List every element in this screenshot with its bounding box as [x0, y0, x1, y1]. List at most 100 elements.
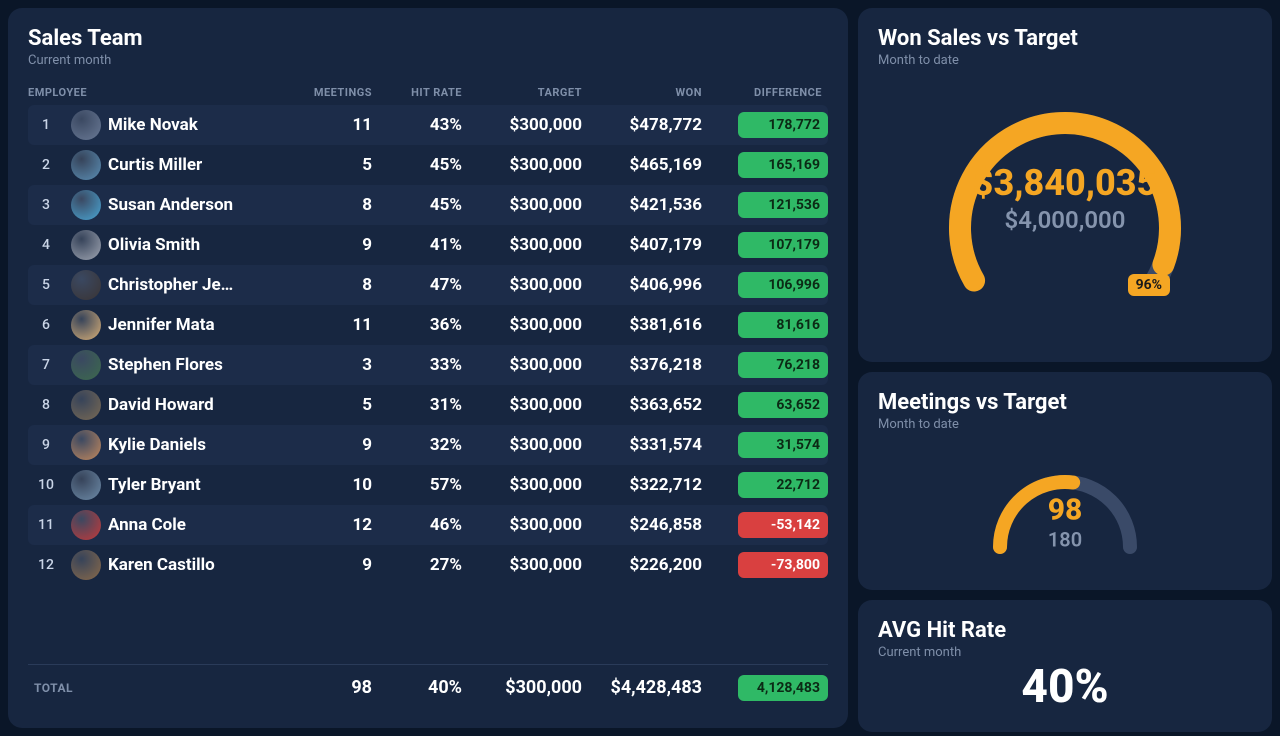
- won-value: $322,712: [588, 475, 708, 495]
- gauge-target: $4,000,000: [973, 206, 1158, 234]
- hitrate-value: 36%: [378, 315, 468, 335]
- total-won: $4,428,483: [588, 677, 708, 698]
- hitrate-value: 57%: [378, 475, 468, 495]
- rank: 10: [28, 477, 64, 493]
- col-won[interactable]: WON: [588, 86, 708, 99]
- total-meetings: 98: [288, 677, 378, 698]
- target-value: $300,000: [468, 275, 588, 295]
- table-row[interactable]: 12Karen Castillo927%$300,000$226,200-73,…: [28, 545, 828, 585]
- won-value: $363,652: [588, 395, 708, 415]
- target-value: $300,000: [468, 475, 588, 495]
- panel-title: Sales Team: [28, 26, 828, 51]
- panel-subtitle: Month to date: [878, 53, 1252, 68]
- employee-name: Jennifer Mata: [108, 315, 288, 335]
- col-hitrate[interactable]: HIT RATE: [378, 86, 468, 99]
- difference-pill: -53,142: [738, 512, 828, 538]
- meetings-value: 9: [288, 235, 378, 255]
- gauge-percent-badge: 96%: [1128, 274, 1170, 296]
- meetings-value: 9: [288, 555, 378, 575]
- col-target[interactable]: TARGET: [468, 86, 588, 99]
- difference-pill: -73,800: [738, 552, 828, 578]
- won-value: $406,996: [588, 275, 708, 295]
- avatar: [71, 270, 101, 300]
- employee-name: Susan Anderson: [108, 195, 288, 215]
- target-value: $300,000: [468, 555, 588, 575]
- gauge-target: 180: [1048, 527, 1083, 551]
- col-meetings[interactable]: MEETINGS: [288, 86, 378, 99]
- rank: 1: [28, 117, 64, 133]
- employee-name: Christopher Je…: [108, 275, 288, 295]
- hitrate-value: 41%: [378, 235, 468, 255]
- meetings-value: 8: [288, 275, 378, 295]
- table-row[interactable]: 6Jennifer Mata1136%$300,000$381,61681,61…: [28, 305, 828, 345]
- table-row[interactable]: 9Kylie Daniels932%$300,000$331,57431,574: [28, 425, 828, 465]
- rank: 2: [28, 157, 64, 173]
- panel-title: AVG Hit Rate: [878, 618, 1252, 643]
- hitrate-value: 32%: [378, 435, 468, 455]
- meetings-value: 3: [288, 355, 378, 375]
- rank: 3: [28, 197, 64, 213]
- won-value: $465,169: [588, 155, 708, 175]
- avatar: [71, 430, 101, 460]
- meetings-value: 10: [288, 475, 378, 495]
- target-value: $300,000: [468, 515, 588, 535]
- rank: 12: [28, 557, 64, 573]
- employee-name: Karen Castillo: [108, 555, 288, 575]
- meetings-value: 11: [288, 115, 378, 135]
- avatar: [71, 150, 101, 180]
- meetings-vs-target-panel: Meetings vs Target Month to date 98 180: [858, 372, 1272, 590]
- table-row[interactable]: 2Curtis Miller545%$300,000$465,169165,16…: [28, 145, 828, 185]
- target-value: $300,000: [468, 115, 588, 135]
- meetings-value: 11: [288, 315, 378, 335]
- table-row[interactable]: 7Stephen Flores333%$300,000$376,21876,21…: [28, 345, 828, 385]
- hitrate-value: 45%: [378, 155, 468, 175]
- hitrate-value: 31%: [378, 395, 468, 415]
- won-value: $478,772: [588, 115, 708, 135]
- rank: 6: [28, 317, 64, 333]
- hitrate-value: 45%: [378, 195, 468, 215]
- employee-name: Stephen Flores: [108, 355, 288, 375]
- total-target: $300,000: [468, 677, 588, 698]
- rank: 4: [28, 237, 64, 253]
- won-value: $381,616: [588, 315, 708, 335]
- table-row[interactable]: 3Susan Anderson845%$300,000$421,536121,5…: [28, 185, 828, 225]
- col-difference[interactable]: DIFFERENCE: [708, 86, 828, 99]
- rank: 5: [28, 277, 64, 293]
- employee-name: David Howard: [108, 395, 288, 415]
- meetings-value: 5: [288, 155, 378, 175]
- meetings-value: 5: [288, 395, 378, 415]
- table-row[interactable]: 8David Howard531%$300,000$363,65263,652: [28, 385, 828, 425]
- table-row[interactable]: 5Christopher Je…847%$300,000$406,996106,…: [28, 265, 828, 305]
- won-value: $246,858: [588, 515, 708, 535]
- sales-team-panel: Sales Team Current month EMPLOYEE MEETIN…: [8, 8, 848, 728]
- employee-name: Tyler Bryant: [108, 475, 288, 495]
- avatar: [71, 390, 101, 420]
- avatar: [71, 110, 101, 140]
- meetings-value: 9: [288, 435, 378, 455]
- panel-title: Meetings vs Target: [878, 390, 1252, 415]
- avatar: [71, 470, 101, 500]
- table-row[interactable]: 1Mike Novak1143%$300,000$478,772178,772: [28, 105, 828, 145]
- hitrate-value: 27%: [378, 555, 468, 575]
- col-employee[interactable]: EMPLOYEE: [28, 86, 288, 99]
- won-value: $421,536: [588, 195, 708, 215]
- difference-pill: 22,712: [738, 472, 828, 498]
- avatar: [71, 510, 101, 540]
- table-row[interactable]: 10Tyler Bryant1057%$300,000$322,71222,71…: [28, 465, 828, 505]
- target-value: $300,000: [468, 355, 588, 375]
- target-value: $300,000: [468, 155, 588, 175]
- avatar: [71, 230, 101, 260]
- target-value: $300,000: [468, 435, 588, 455]
- avg-hitrate-value: 40%: [878, 660, 1252, 714]
- difference-pill: 63,652: [738, 392, 828, 418]
- hitrate-value: 43%: [378, 115, 468, 135]
- table-row[interactable]: 4Olivia Smith941%$300,000$407,179107,179: [28, 225, 828, 265]
- difference-pill: 178,772: [738, 112, 828, 138]
- table-body: 1Mike Novak1143%$300,000$478,772178,7722…: [28, 105, 828, 656]
- won-value: $407,179: [588, 235, 708, 255]
- rank: 8: [28, 397, 64, 413]
- table-row[interactable]: 11Anna Cole1246%$300,000$246,858-53,142: [28, 505, 828, 545]
- total-label: TOTAL: [28, 681, 288, 695]
- total-hitrate: 40%: [378, 677, 468, 698]
- won-vs-target-panel: Won Sales vs Target Month to date $3,840…: [858, 8, 1272, 362]
